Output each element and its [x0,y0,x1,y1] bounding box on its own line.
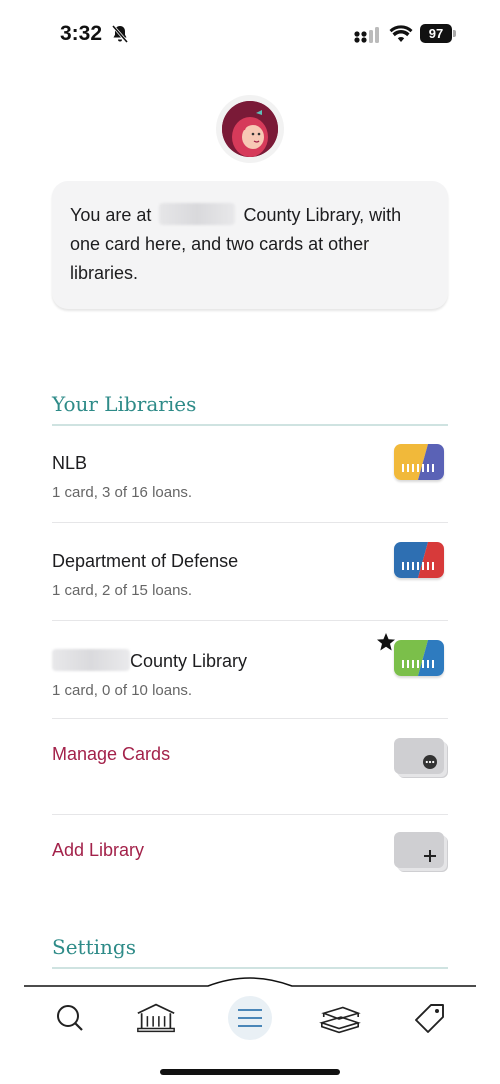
redacted-library-name [52,649,130,671]
home-indicator [160,1069,340,1075]
search-icon [57,1005,83,1031]
avatar [222,101,278,157]
add-library-label: Add Library [52,840,145,860]
card-gradient [394,542,444,578]
row-divider [52,718,448,719]
manage-cards-label: Manage Cards [52,744,171,764]
more-dots-icon [423,755,437,769]
libby-character-icon [222,101,278,157]
manage-cards-icon [394,738,444,774]
summary-text: You are at County Library, with one card… [70,201,430,288]
summary-bubble: You are at County Library, with one card… [52,181,448,309]
battery-tip [453,30,456,37]
library-row-county[interactable]: County Library 1 card, 0 of 10 loans. [52,633,448,718]
summary-prefix: You are at [70,205,152,225]
status-time: 3:32 [60,22,103,45]
tab-menu[interactable] [228,996,272,1040]
redacted-library-name [159,203,236,225]
library-card-icon [394,444,444,480]
card-barcode [402,562,434,570]
library-building-icon [137,1003,175,1033]
battery-indicator: 97 [420,24,456,43]
battery-level: 97 [420,24,452,43]
settings-rule [52,967,448,969]
wifi-icon [389,25,413,42]
signal-icon [354,27,379,43]
settings-heading: Settings [52,935,136,959]
library-card-icon [394,542,444,578]
row-divider [52,522,448,523]
menu-icon [238,1009,262,1027]
row-divider [52,620,448,621]
tab-shelf[interactable] [318,996,362,1040]
card-barcode [402,464,434,472]
library-name: Department of Defense [52,551,239,571]
row-divider [52,814,448,815]
tab-bar [0,976,500,1084]
library-row-nlb[interactable]: NLB 1 card, 3 of 16 loans. [52,444,448,522]
library-card-icon [394,640,444,676]
tab-tags[interactable] [408,996,452,1040]
library-detail: 1 card, 2 of 15 loans. [52,582,193,599]
library-row-dod[interactable]: Department of Defense 1 card, 2 of 15 lo… [52,542,448,620]
home-library-star-icon [377,633,395,651]
manage-cards-button[interactable]: Manage Cards [52,738,448,814]
library-name: NLB [52,453,88,473]
your-libraries-heading: Your Libraries [52,392,197,416]
book-stack-icon [319,1006,361,1034]
card-barcode [402,660,434,668]
card-gradient [394,444,444,480]
card-gradient [394,640,444,676]
library-name-line: County Library [52,649,448,672]
add-library-icon [394,832,444,868]
plus-icon [424,850,436,862]
library-detail: 1 card, 3 of 16 loans. [52,484,193,501]
your-libraries-rule [52,424,448,426]
library-detail: 1 card, 0 of 10 loans. [52,682,193,699]
tab-search[interactable] [48,996,92,1040]
library-name: County Library [130,651,248,671]
tab-library[interactable] [134,996,178,1040]
tag-icon [415,1004,444,1033]
status-bar: 3:32 97 [0,0,500,64]
add-library-button[interactable]: Add Library [52,832,448,908]
bell-slash-icon [111,25,129,43]
